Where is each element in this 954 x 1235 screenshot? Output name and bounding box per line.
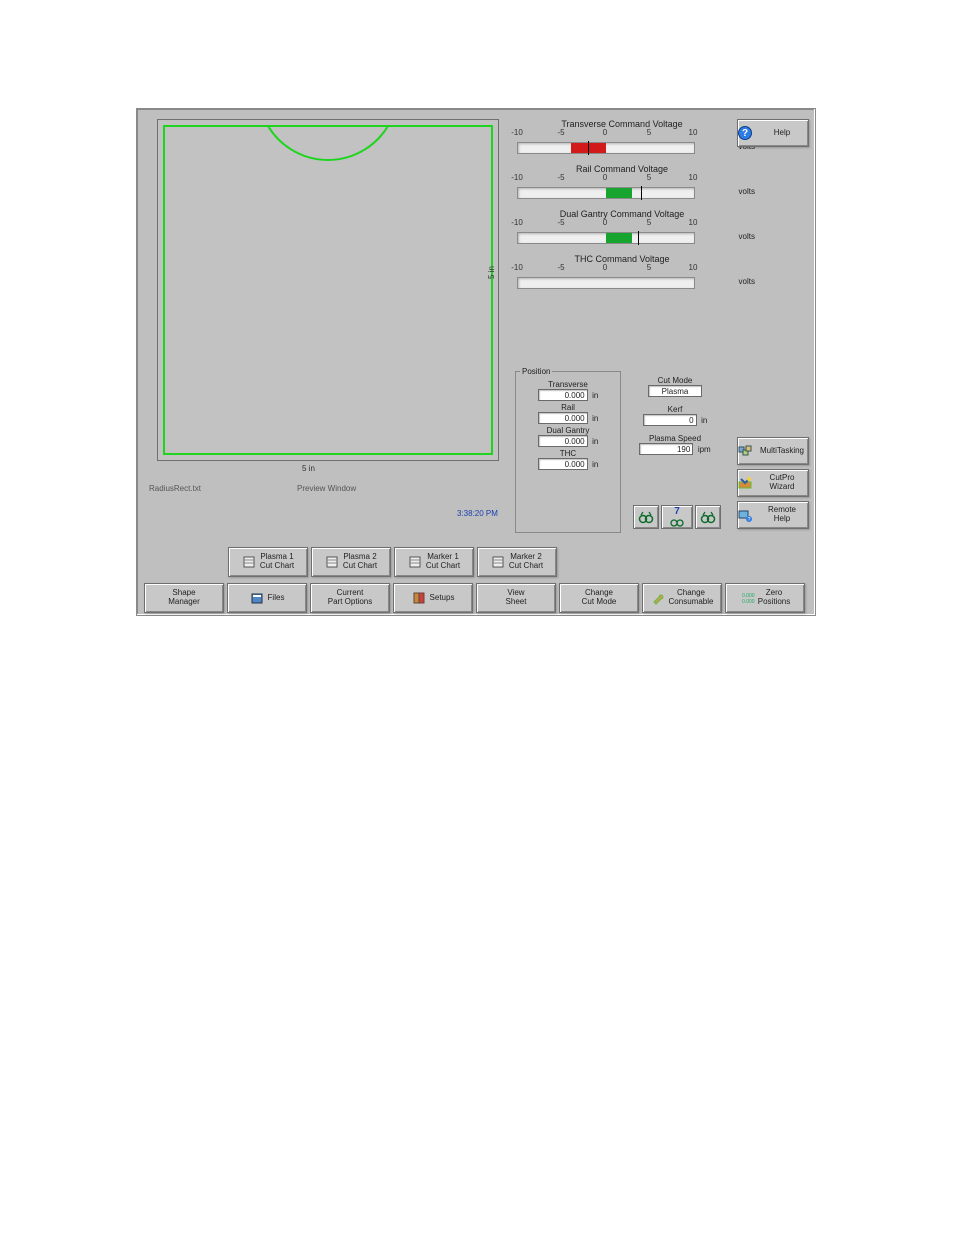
- view-sheet-button[interactable]: View Sheet: [476, 583, 556, 613]
- thc-voltage-meter: THC Command Voltage -10 -5 0 5 10 volts: [517, 254, 727, 285]
- remote-help-button[interactable]: ? Remote Help: [737, 501, 809, 529]
- rail-value: 0.000: [538, 412, 588, 424]
- multitasking-icon: [738, 444, 752, 458]
- dual-gantry-value: 0.000: [538, 435, 588, 447]
- cut-mode-value: Plasma: [648, 385, 702, 397]
- change-cut-mode-button[interactable]: Change Cut Mode: [559, 583, 639, 613]
- position-legend: Position: [520, 367, 552, 376]
- help-icon: ?: [738, 126, 752, 140]
- svg-text:?: ?: [748, 517, 751, 523]
- binoculars-icon: [700, 510, 716, 524]
- zero-icon: 0.0000.000: [740, 591, 754, 605]
- view-number-button[interactable]: 7: [661, 505, 693, 529]
- current-part-options-button[interactable]: Current Part Options: [310, 583, 390, 613]
- position-panel: Position Transverse 0.000 in Rail 0.000 …: [515, 367, 621, 533]
- marker2-cutchart-button[interactable]: Marker 2 Cut Chart: [477, 547, 557, 577]
- plasma-speed-label: Plasma Speed: [627, 434, 723, 443]
- meter-unit: volts: [739, 232, 755, 241]
- chart-icon: [408, 555, 422, 569]
- files-icon: [250, 591, 264, 605]
- transverse-value: 0.000: [538, 389, 588, 401]
- multitasking-button[interactable]: MultiTasking: [737, 437, 809, 465]
- voltage-meters: Transverse Command Voltage -10 -5 0 5 10…: [517, 119, 727, 299]
- cutchart-toolbar: Plasma 1 Cut Chart Plasma 2 Cut Chart Ma…: [144, 547, 808, 577]
- meter-bar: [517, 277, 695, 289]
- thc-value: 0.000: [538, 458, 588, 470]
- setups-icon: [412, 591, 426, 605]
- meter-bar: [517, 187, 695, 199]
- kerf-label: Kerf: [627, 405, 723, 414]
- wrench-icon: [651, 591, 665, 605]
- part-path-svg: [158, 120, 498, 460]
- svg-text:?: ?: [742, 128, 748, 139]
- rail-unit: in: [592, 414, 598, 423]
- remote-help-icon: ?: [738, 508, 752, 522]
- kerf-unit: in: [701, 416, 707, 425]
- chart-icon: [491, 555, 505, 569]
- marker1-cutchart-button[interactable]: Marker 1 Cut Chart: [394, 547, 474, 577]
- view-number: 7: [674, 506, 680, 517]
- svg-text:0.000: 0.000: [742, 599, 755, 605]
- zero-positions-button[interactable]: 0.0000.000 Zero Positions: [725, 583, 805, 613]
- transverse-label: Transverse: [520, 380, 616, 389]
- view-next-button[interactable]: [695, 505, 721, 529]
- cut-mode-label: Cut Mode: [627, 376, 723, 385]
- cut-parameters: Cut Mode Plasma Kerf 0 in Plasma Speed 1…: [627, 373, 723, 463]
- preview-x-scale: 5 in: [302, 464, 315, 473]
- cutpro-wizard-button[interactable]: CutPro Wizard: [737, 469, 809, 497]
- transverse-unit: in: [592, 391, 598, 400]
- binoculars-icon: [669, 517, 685, 527]
- chart-icon: [242, 555, 256, 569]
- dual-gantry-label: Dual Gantry: [520, 426, 616, 435]
- meter-unit: volts: [739, 187, 755, 196]
- transverse-voltage-meter: Transverse Command Voltage -10 -5 0 5 10…: [517, 119, 727, 150]
- shape-manager-button[interactable]: Shape Manager: [144, 583, 224, 613]
- binoculars-icon: [638, 510, 654, 524]
- preview-filename: RadiusRect.txt: [149, 484, 201, 493]
- kerf-value: 0: [643, 414, 697, 426]
- preview-y-scale: 5 in: [487, 266, 496, 279]
- setups-button[interactable]: Setups: [393, 583, 473, 613]
- plasma1-cutchart-button[interactable]: Plasma 1 Cut Chart: [228, 547, 308, 577]
- rail-voltage-meter: Rail Command Voltage -10 -5 0 5 10 volts: [517, 164, 727, 195]
- rail-label: Rail: [520, 403, 616, 412]
- meter-bar: [517, 232, 695, 244]
- cnc-control-window: 5 in 5 in RadiusRect.txt Preview Window …: [136, 108, 816, 616]
- wizard-icon: [738, 476, 752, 490]
- preview-window: [157, 119, 499, 461]
- view-prev-button[interactable]: [633, 505, 659, 529]
- dual-gantry-voltage-meter: Dual Gantry Command Voltage -10 -5 0 5 1…: [517, 209, 727, 240]
- thc-unit: in: [592, 460, 598, 469]
- meter-bar: [517, 142, 695, 154]
- help-button[interactable]: ? Help: [737, 119, 809, 147]
- plasma-speed-value: 190: [639, 443, 693, 455]
- clock: 3:38:20 PM: [457, 509, 498, 518]
- change-consumable-button[interactable]: Change Consumable: [642, 583, 722, 613]
- plasma-speed-unit: ipm: [698, 445, 711, 454]
- dual-gantry-unit: in: [592, 437, 598, 446]
- chart-icon: [325, 555, 339, 569]
- meter-unit: volts: [739, 277, 755, 286]
- main-toolbar: Shape Manager Files Current Part Options…: [144, 583, 808, 613]
- plasma2-cutchart-button[interactable]: Plasma 2 Cut Chart: [311, 547, 391, 577]
- preview-title: Preview Window: [297, 484, 356, 493]
- thc-label: THC: [520, 449, 616, 458]
- files-button[interactable]: Files: [227, 583, 307, 613]
